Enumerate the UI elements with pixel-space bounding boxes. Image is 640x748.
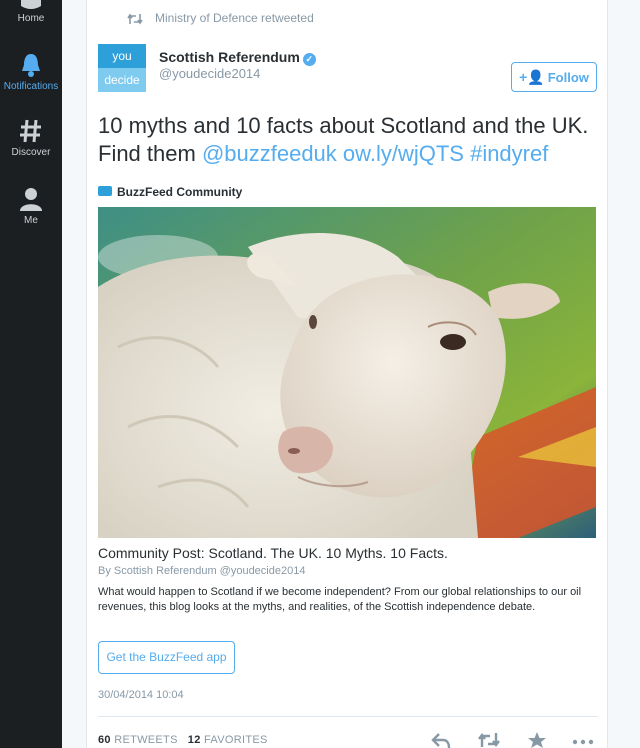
- bell-icon: [22, 54, 40, 77]
- retweet-button[interactable]: [477, 732, 501, 748]
- retweets-stat[interactable]: 60 RETWEETS: [98, 734, 178, 746]
- avatar-text-top: you: [98, 44, 146, 68]
- home-icon: [21, 0, 41, 9]
- get-app-button[interactable]: Get the BuzzFeed app: [98, 641, 235, 674]
- tweet-card: Ministry of Defence retweeted you decide…: [86, 0, 608, 748]
- tweet-text-line1: 10 myths and 10 facts about Scotland and…: [98, 113, 589, 138]
- sidebar-item-discover[interactable]: Discover: [0, 118, 62, 158]
- sheep-photo: [98, 207, 596, 538]
- url-link[interactable]: ow.ly/wjQTS: [343, 141, 464, 166]
- avatar[interactable]: you decide: [98, 44, 146, 92]
- user-handle[interactable]: @youdecide2014: [159, 66, 260, 81]
- tweet-timestamp: 30/04/2014 10:04: [98, 689, 184, 701]
- sidebar: Home Notifications Discover Me: [0, 0, 62, 748]
- favorite-button[interactable]: [525, 732, 549, 748]
- display-name-row[interactable]: Scottish Referendum ✓: [159, 49, 316, 66]
- sidebar-item-label: Notifications: [3, 81, 59, 92]
- tweet-text-line2: Find them @buzzfeeduk ow.ly/wjQTS #indyr…: [98, 141, 549, 166]
- avatar-text-bottom: decide: [98, 68, 146, 92]
- card-byline: By Scottish Referendum @youdecide2014: [98, 565, 306, 577]
- sidebar-item-me[interactable]: Me: [0, 186, 62, 226]
- buzzfeed-favicon-icon: [98, 186, 112, 196]
- mention-link[interactable]: @buzzfeeduk: [202, 141, 337, 166]
- tweet-text: 10 myths and 10 facts about Scotland and…: [98, 112, 598, 168]
- divider: [98, 716, 598, 717]
- retweet-icon: [478, 733, 500, 747]
- star-icon: [528, 732, 546, 748]
- retweet-context: Ministry of Defence retweeted: [127, 11, 314, 25]
- tweet-stats: 60 RETWEETS 12 FAVORITES: [98, 734, 268, 746]
- sidebar-item-label: Discover: [11, 147, 51, 158]
- card-summary: What would happen to Scotland if we beco…: [98, 586, 582, 613]
- follow-button[interactable]: +👤 Follow: [511, 62, 597, 92]
- card-source[interactable]: BuzzFeed Community: [98, 185, 242, 199]
- sidebar-item-notifications[interactable]: Notifications: [0, 52, 62, 92]
- sidebar-item-label: Home: [17, 13, 45, 24]
- add-user-icon: +👤: [519, 69, 545, 85]
- retweet-icon: [127, 13, 143, 25]
- favorites-stat[interactable]: 12 FAVORITES: [188, 734, 268, 746]
- card-photo[interactable]: [98, 207, 596, 538]
- sidebar-item-label: Me: [24, 215, 38, 226]
- hashtag-icon: [20, 119, 41, 143]
- sidebar-item-home[interactable]: Home: [0, 0, 62, 24]
- reply-icon: [431, 733, 451, 748]
- more-icon: [572, 739, 594, 745]
- more-button[interactable]: [571, 732, 595, 748]
- verified-badge-icon: ✓: [302, 53, 316, 66]
- hashtag-link[interactable]: #indyref: [470, 141, 548, 166]
- card-title[interactable]: Community Post: Scotland. The UK. 10 Myt…: [98, 545, 448, 561]
- person-icon: [20, 188, 42, 211]
- display-name: Scottish Referendum: [159, 49, 300, 65]
- reply-button[interactable]: [429, 732, 453, 748]
